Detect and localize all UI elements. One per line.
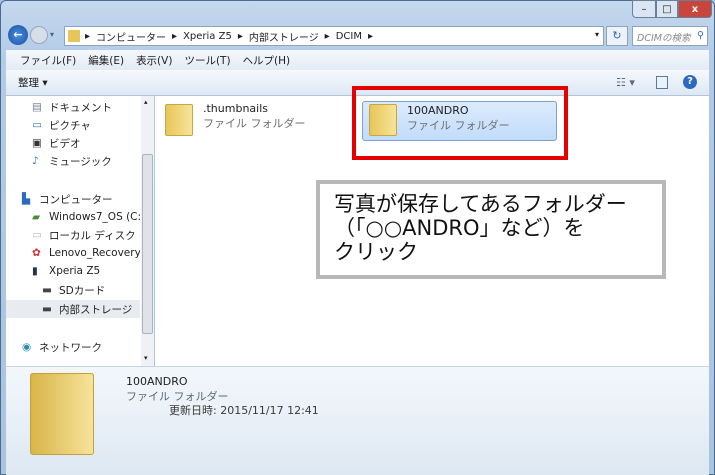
nav-item-label: ミュージック <box>49 155 112 168</box>
callout-line: 写真が保存してあるフォルダー <box>334 192 627 216</box>
search-input[interactable]: DCIMの検索 ⚲ <box>632 26 708 46</box>
scrollbar-thumb[interactable] <box>142 154 153 334</box>
pictures-icon: ▭ <box>32 119 42 131</box>
address-dropdown-icon[interactable]: ▾ <box>595 30 599 39</box>
folder-thumbnails[interactable]: .thumbnails ファイル フォルダー <box>165 102 315 142</box>
forward-button[interactable] <box>30 26 48 44</box>
nav-item-label: ローカル ディスク (F: <box>49 229 140 242</box>
search-icon: ⚲ <box>697 30 704 41</box>
nav-item[interactable]: ◉ ネットワーク <box>6 338 140 356</box>
nav-item[interactable]: ✿ Lenovo_Recovery (Q <box>6 244 140 262</box>
network-icon: ◉ <box>22 341 32 353</box>
nav-item[interactable]: ♪ ミュージック <box>6 152 140 170</box>
nav-item[interactable]: ▤ ドキュメント <box>6 98 140 116</box>
scroll-up-icon[interactable]: ▴ <box>144 98 148 106</box>
details-name: 100ANDRO <box>126 375 188 388</box>
nav-item-label: Xperia Z5 <box>49 265 101 277</box>
document-icon: ▤ <box>32 101 42 113</box>
change-view-icon[interactable]: ☷ ▾ <box>616 76 635 89</box>
menu-view[interactable]: 表示(V) <box>136 53 172 68</box>
computer-icon: ▙ <box>22 193 31 205</box>
help-icon[interactable]: ? <box>683 75 697 89</box>
file-type: ファイル フォルダー <box>203 117 306 130</box>
instruction-callout: 写真が保存してあるフォルダー （「○○ANDRO」など）を クリック <box>316 180 666 279</box>
details-pane: 100ANDRO ファイル フォルダー 更新日時: 2015/11/17 12:… <box>6 366 709 475</box>
back-button[interactable]: ← <box>8 25 28 45</box>
nav-item-label: ネットワーク <box>39 341 102 354</box>
nav-item-label: ビデオ <box>49 137 81 150</box>
preview-pane-icon[interactable] <box>656 76 668 89</box>
storage-icon: ▬ <box>42 284 52 296</box>
breadcrumb-xperia[interactable]: Xperia Z5 <box>183 31 232 42</box>
disk-icon: ▭ <box>32 229 42 241</box>
menu-file[interactable]: ファイル(F) <box>20 53 76 68</box>
nav-item-label: ピクチャ <box>49 119 91 132</box>
nav-item[interactable]: ▙ コンピューター <box>6 190 140 208</box>
navigation-pane: ▤ ドキュメント ▭ ピクチャ ▣ ビデオ ♪ ミュージック ▙ コンピューター ▰ Windows7… <box>6 96 154 366</box>
refresh-icon[interactable]: ↻ <box>606 26 628 46</box>
nav-scrollbar[interactable]: ▴ ▾ <box>141 96 154 366</box>
close-button[interactable]: x <box>678 0 712 18</box>
details-modified: 更新日時: 2015/11/17 12:41 <box>169 404 319 417</box>
menu-tools[interactable]: ツール(T) <box>184 53 230 68</box>
maximize-button[interactable]: □ <box>656 0 678 18</box>
nav-item-label: コンピューター <box>39 193 113 206</box>
breadcrumb-separator-icon: ▸ <box>85 30 91 42</box>
recent-pages-chevron-icon[interactable]: ▾ <box>50 30 54 39</box>
phone-icon: ▮ <box>32 265 38 277</box>
nav-item-label: 内部ストレージ <box>59 303 133 316</box>
nav-item[interactable]: ▮ Xperia Z5 <box>6 262 140 280</box>
video-icon: ▣ <box>32 137 42 149</box>
menu-bar: ファイル(F) 編集(E) 表示(V) ツール(T) ヘルプ(H) <box>6 50 709 70</box>
breadcrumb-computer[interactable]: コンピューター <box>96 29 166 44</box>
nav-item-label: SDカード <box>59 284 106 297</box>
breadcrumb-dcim[interactable]: DCIM <box>336 31 362 42</box>
nav-item-label: Windows7_OS (C:) <box>49 211 140 223</box>
nav-item[interactable]: ▬ SDカード <box>6 281 140 299</box>
breadcrumb-separator-icon: ▸ <box>367 30 373 42</box>
nav-item[interactable]: ▭ ピクチャ <box>6 116 140 134</box>
menu-edit[interactable]: 編集(E) <box>88 53 124 68</box>
nav-item[interactable]: ▭ ローカル ディスク (F: <box>6 226 140 244</box>
recovery-icon: ✿ <box>32 247 41 259</box>
callout-line: （「○○ANDRO」など）を <box>334 216 585 240</box>
storage-icon: ▬ <box>42 303 52 315</box>
breadcrumb-internal-storage[interactable]: 内部ストレージ <box>249 29 319 44</box>
menu-help[interactable]: ヘルプ(H) <box>243 53 291 68</box>
address-bar[interactable]: ▸ コンピューター ▸ Xperia Z5 ▸ 内部ストレージ ▸ DCIM ▸ ▾ <box>64 26 604 46</box>
breadcrumb-separator-icon: ▸ <box>324 30 330 42</box>
breadcrumb-separator-icon: ▸ <box>237 30 243 42</box>
folder-large-icon <box>30 373 94 455</box>
nav-item[interactable]: ▰ Windows7_OS (C:) <box>6 208 140 226</box>
nav-item-label: Lenovo_Recovery (Q <box>49 247 140 259</box>
nav-item[interactable]: ▣ ビデオ <box>6 134 140 152</box>
drive-icon: ▰ <box>32 211 41 223</box>
highlight-box <box>352 86 568 160</box>
folder-icon <box>165 104 193 136</box>
music-icon: ♪ <box>32 155 39 167</box>
scroll-down-icon[interactable]: ▾ <box>144 354 148 362</box>
nav-item[interactable]: ▬ 内部ストレージ <box>6 300 140 318</box>
callout-line: クリック <box>334 240 418 264</box>
breadcrumb-separator-icon: ▸ <box>172 30 178 42</box>
file-name: .thumbnails <box>203 102 269 115</box>
folder-icon <box>68 30 80 42</box>
nav-item-label: ドキュメント <box>49 101 112 114</box>
organize-button[interactable]: 整理 ▾ <box>18 75 48 90</box>
minimize-button[interactable]: – <box>632 0 656 18</box>
